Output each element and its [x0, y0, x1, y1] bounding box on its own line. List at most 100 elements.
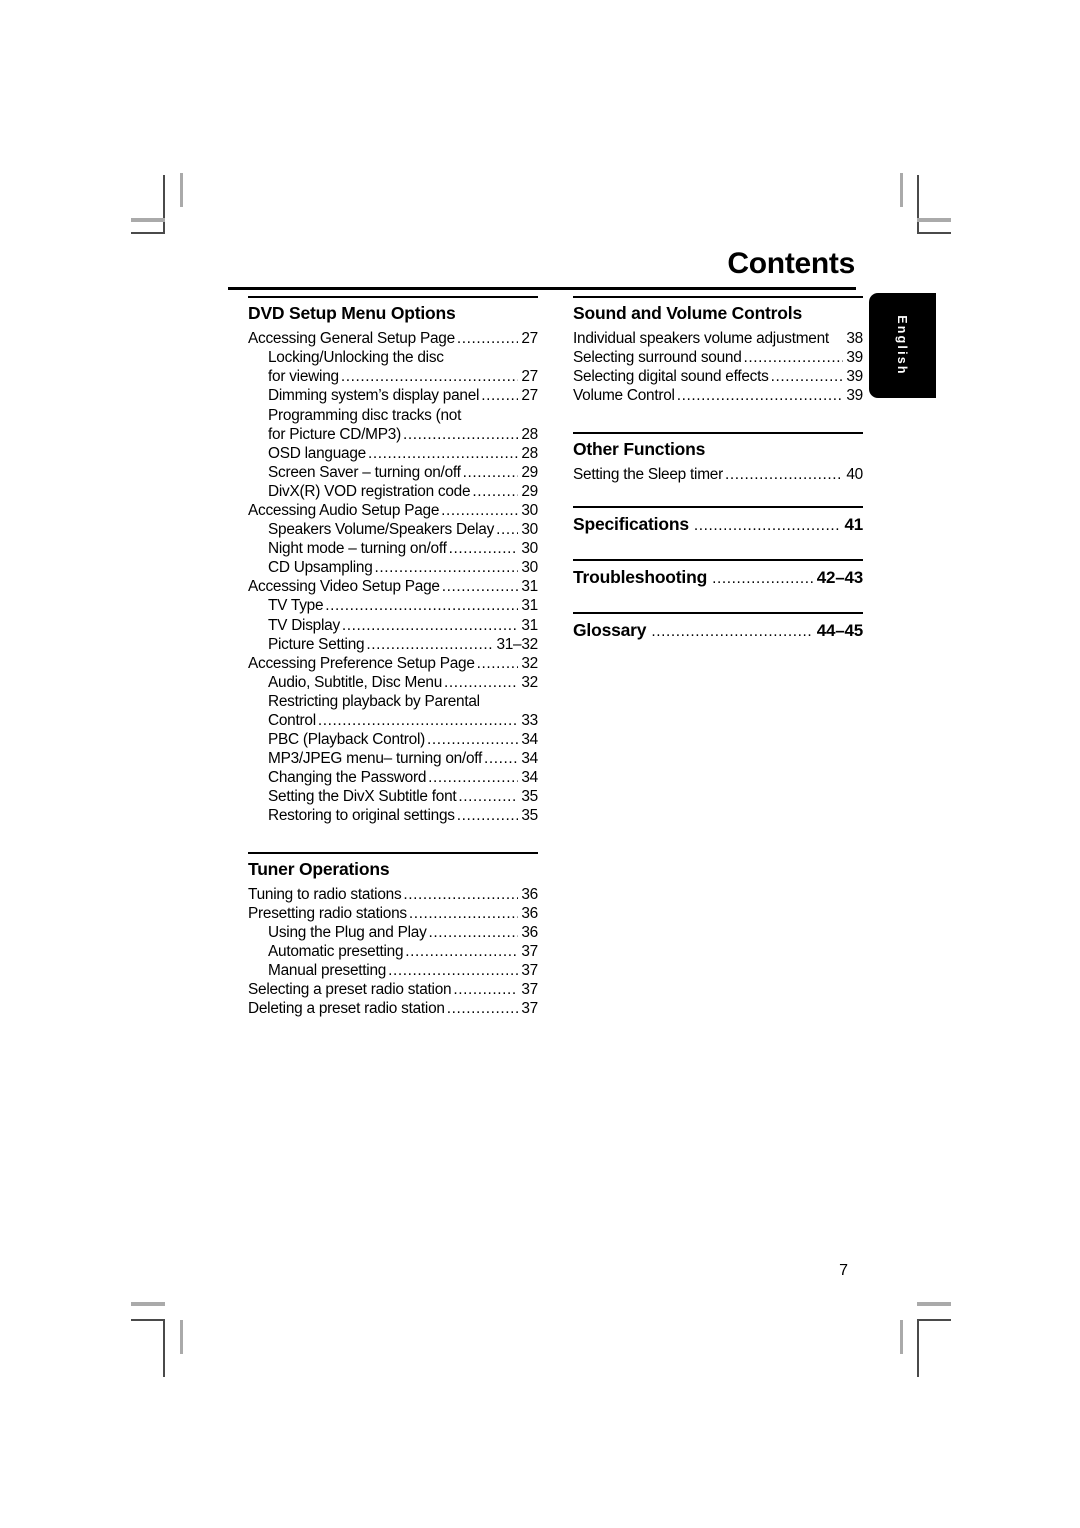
toc-entry-page: 32: [521, 654, 538, 672]
toc-dot-leader: [744, 348, 844, 367]
toc-entry[interactable]: TV Type 31: [248, 596, 538, 615]
toc-entry-label: Selecting surround sound: [573, 349, 742, 367]
toc-entry-page: 31: [521, 578, 538, 596]
toc-dot-leader: [366, 635, 493, 654]
toc-entry-page: 34: [521, 769, 538, 787]
toc-entry[interactable]: Programming disc tracks (not: [248, 406, 538, 425]
toc-dot-leader: [429, 923, 519, 942]
toc-entry[interactable]: Accessing Preference Setup Page 32: [248, 654, 538, 673]
toc-entry-page: 36: [521, 923, 538, 941]
toc-entry[interactable]: for viewing 27: [248, 367, 538, 386]
toc-entry[interactable]: Screen Saver – turning on/off 29: [248, 463, 538, 482]
section-divider: [248, 851, 538, 854]
toc-entry[interactable]: Picture Setting 31–32: [248, 635, 538, 654]
toc-dot-leader: [694, 515, 841, 537]
toc-entry-page: 30: [521, 501, 538, 519]
toc-dot-leader: [341, 367, 519, 386]
toc-entry[interactable]: Automatic presetting 37: [248, 942, 538, 961]
toc-entry[interactable]: Tuning to radio stations 36: [248, 885, 538, 904]
toc-entry[interactable]: TV Display 31: [248, 616, 538, 635]
toc-dot-leader: [368, 444, 518, 463]
toc-entry-label: Programming disc tracks (not: [268, 406, 462, 424]
toc-entry[interactable]: Audio, Subtitle, Disc Menu 32: [248, 673, 538, 692]
toc-entry[interactable]: Presetting radio stations 36: [248, 904, 538, 923]
toc-entry-label: Manual presetting: [268, 962, 387, 980]
toc-entry[interactable]: Setting the DivX Subtitle font 35: [248, 787, 538, 806]
section-divider: [248, 296, 538, 298]
toc-entry[interactable]: Selecting a preset radio station 37: [248, 980, 538, 999]
toc-entry-page: 33: [521, 712, 538, 729]
toc-entry[interactable]: Selecting digital sound effects 39: [573, 367, 863, 386]
toc-entry-page: 38: [846, 330, 863, 348]
page-title: Contents: [727, 247, 855, 280]
toc-entry[interactable]: Night mode – turning on/off 30: [248, 539, 538, 558]
toc-entry-label: Changing the Password: [268, 769, 427, 787]
toc-entry[interactable]: Restoring to original settings 35: [248, 806, 538, 825]
toc-entry[interactable]: Changing the Password 34: [248, 768, 538, 787]
toc-entry[interactable]: Individual speakers volume adjustment 38: [573, 329, 863, 348]
toc-section-entry-label: Troubleshooting: [573, 566, 708, 587]
toc-entry-page: 27: [521, 330, 538, 348]
toc-entry[interactable]: Accessing Video Setup Page 31: [248, 577, 538, 596]
toc-entry[interactable]: Deleting a preset radio station 37: [248, 999, 538, 1018]
toc-dot-leader: [457, 329, 518, 348]
language-tab-label: English: [895, 315, 910, 376]
toc-section-entry-label: Glossary: [573, 619, 647, 640]
toc-entry[interactable]: Dimming system’s display panel 27: [248, 386, 538, 405]
toc-entry[interactable]: Volume Control 39: [573, 386, 863, 405]
toc-entry-label: Selecting digital sound effects: [573, 368, 769, 386]
toc-dot-leader: [318, 711, 519, 730]
toc-entry-label: MP3/JPEG menu– turning on/off: [268, 750, 483, 768]
language-tab[interactable]: English: [869, 293, 936, 398]
toc-entry-label: Setting the DivX Subtitle font: [268, 788, 457, 806]
toc-entry[interactable]: MP3/JPEG menu– turning on/off 34: [248, 749, 538, 768]
toc-section-entry-page: 41: [844, 514, 863, 534]
toc-entry-page: 31–32: [496, 635, 538, 653]
toc-dot-leader: [441, 501, 518, 520]
toc-dot-leader: [388, 961, 518, 980]
toc-entry[interactable]: Selecting surround sound 39: [573, 348, 863, 367]
toc-entry-page: 37: [521, 962, 538, 980]
toc-dot-leader: [449, 539, 519, 558]
toc-entry-label: for viewing: [268, 368, 339, 386]
toc-entry[interactable]: CD Upsampling 30: [248, 558, 538, 577]
toc-entry-label: Restoring to original settings: [268, 807, 455, 825]
toc-entry[interactable]: DivX(R) VOD registration code 29: [248, 482, 538, 501]
toc-dot-leader: [405, 942, 518, 961]
toc-entry-label: Restricting playback by Parental: [268, 692, 480, 710]
toc-entry-label: Accessing Audio Setup Page: [248, 501, 440, 519]
toc-entry-label: Individual speakers volume adjustment: [573, 330, 829, 348]
toc-section-entry-glossary[interactable]: Glossary 44–45: [573, 619, 863, 643]
title-divider: [228, 287, 856, 290]
toc-entry-label: Selecting a preset radio station: [248, 981, 452, 999]
toc-entry[interactable]: PBC (Playback Control) 34: [248, 730, 538, 749]
toc-entry-label: Presetting radio stations: [248, 904, 407, 922]
toc-entry[interactable]: Locking/Unlocking the disc: [248, 348, 538, 367]
toc-entry[interactable]: Control 33: [248, 711, 538, 730]
toc-dot-leader: [771, 367, 844, 386]
toc-dot-leader: [444, 673, 518, 692]
toc-entry-label: Dimming system’s display panel: [268, 387, 480, 405]
toc-dot-leader: [484, 749, 518, 768]
toc-entry[interactable]: for Picture CD/MP3) 28: [248, 425, 538, 444]
toc-entry[interactable]: Manual presetting 37: [248, 961, 538, 980]
toc-entry-page: 35: [521, 788, 538, 806]
toc-entry-page: 36: [521, 904, 538, 922]
toc-entry[interactable]: Speakers Volume/Speakers Delay 30: [248, 520, 538, 539]
toc-entry-label: for Picture CD/MP3): [268, 425, 401, 443]
toc-entry[interactable]: Restricting playback by Parental: [248, 692, 538, 711]
toc-entry[interactable]: Accessing General Setup Page 27: [248, 329, 538, 348]
toc-entry[interactable]: Using the Plug and Play 36: [248, 923, 538, 942]
toc-entry-page: 28: [521, 444, 538, 462]
toc-entry-label: Accessing Video Setup Page: [248, 578, 440, 596]
section-divider: [573, 558, 863, 561]
toc-entry[interactable]: Accessing Audio Setup Page 30: [248, 501, 538, 520]
toc-entry-label: Screen Saver – turning on/off: [268, 463, 461, 481]
toc-dot-leader: [409, 904, 519, 923]
toc-section-entry-specifications[interactable]: Specifications 41: [573, 513, 863, 537]
toc-entry[interactable]: Setting the Sleep timer 40: [573, 465, 863, 484]
toc-entry[interactable]: OSD language 28: [248, 444, 538, 463]
toc-section-entry-troubleshooting[interactable]: Troubleshooting 42–43: [573, 566, 863, 590]
